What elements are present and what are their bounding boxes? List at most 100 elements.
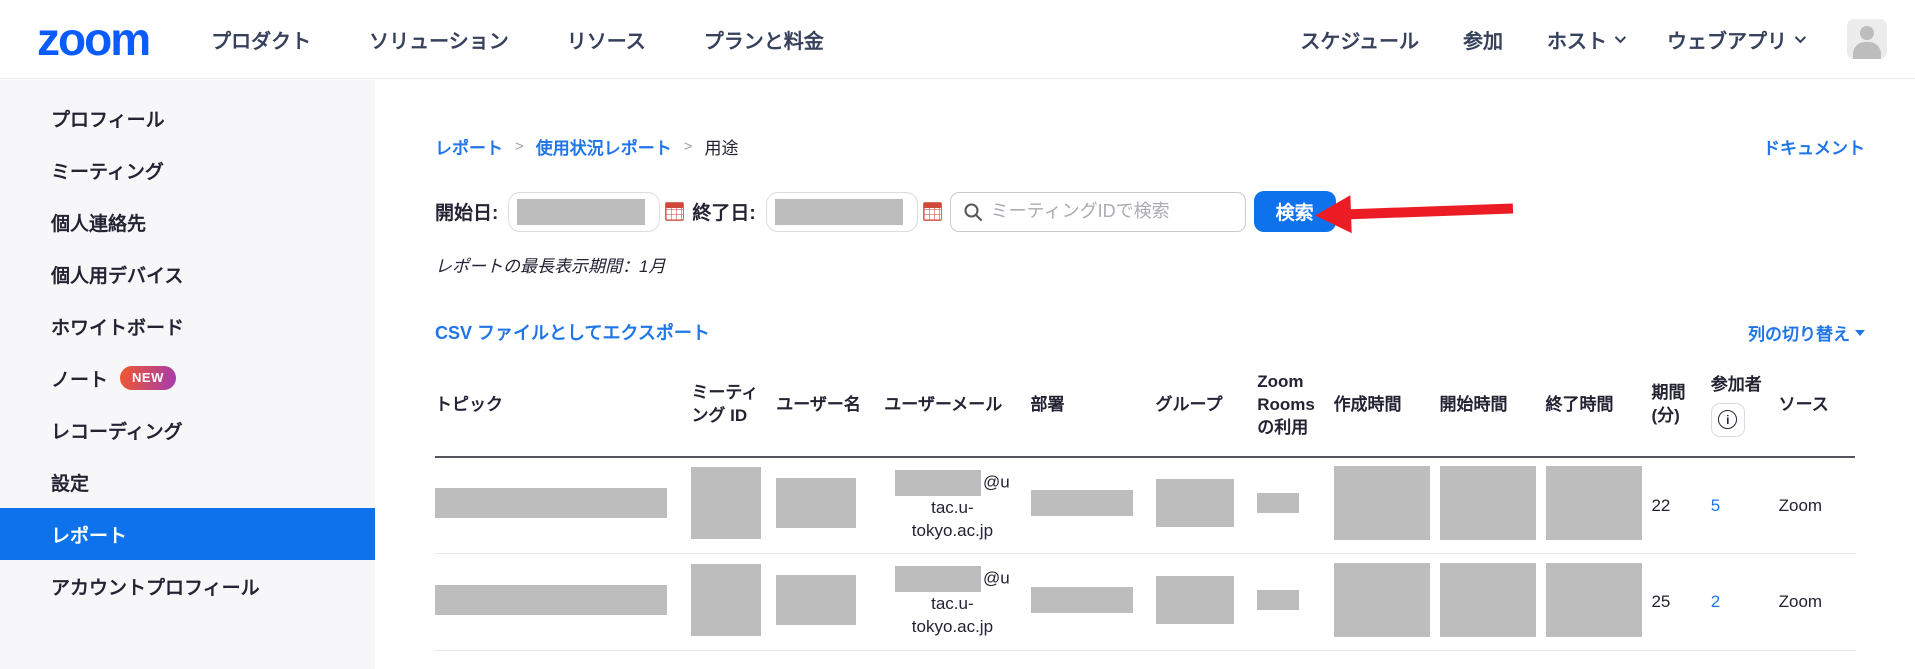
participants-count-link[interactable]: 2 xyxy=(1711,592,1720,611)
col-header-duration: 期間 (分) xyxy=(1651,355,1710,457)
sidebar-item-personal-contacts[interactable]: 個人連絡先 xyxy=(0,196,375,248)
redacted-user-name xyxy=(776,575,856,625)
calendar-icon[interactable] xyxy=(665,202,684,221)
col-header-topic: トピック xyxy=(435,355,691,457)
table-actions-row: CSV ファイルとしてエクスポート 列の切り替え xyxy=(435,319,1865,345)
search-icon xyxy=(963,202,983,222)
chevron-down-icon xyxy=(1795,32,1806,43)
sidebar-item-notes-label: ノート xyxy=(51,365,108,392)
table-header-row: トピック ミーティング ID ユーザー名 ユーザーメール 部署 グループ Zoo… xyxy=(435,355,1855,457)
breadcrumb-separator: > xyxy=(684,138,693,155)
breadcrumb-current-page: 用途 xyxy=(705,134,739,159)
col-header-start-time: 開始時間 xyxy=(1440,355,1546,457)
nav-host-label: ホスト xyxy=(1547,25,1607,54)
nav-schedule[interactable]: スケジュール xyxy=(1300,25,1419,54)
sidebar-item-account-profile[interactable]: アカウントプロフィール xyxy=(0,560,375,612)
col-header-source: ソース xyxy=(1779,355,1855,457)
account-nav: スケジュール 参加 ホスト ウェブアプリ xyxy=(1300,19,1887,59)
duration-cell: 25 xyxy=(1651,554,1710,651)
info-icon[interactable]: i xyxy=(1711,403,1745,437)
sidebar-item-settings[interactable]: 設定 xyxy=(0,456,375,508)
breadcrumb-usage-reports-link[interactable]: 使用状況レポート xyxy=(536,134,672,159)
meeting-id-search-input[interactable] xyxy=(991,201,1233,222)
end-date-input[interactable] xyxy=(766,192,918,232)
participants-count-link[interactable]: 5 xyxy=(1711,496,1720,515)
redacted-end-date xyxy=(775,199,903,225)
table-row[interactable]: @u tac.u- tokyo.ac.jp 25 2 Zoom xyxy=(435,554,1855,651)
email-part: tac.u- xyxy=(884,592,1020,615)
user-avatar-icon[interactable] xyxy=(1847,19,1887,59)
breadcrumb-reports-link[interactable]: レポート xyxy=(435,134,503,159)
sidebar-item-personal-devices[interactable]: 個人用デバイス xyxy=(0,248,375,300)
caret-down-icon xyxy=(1855,330,1865,336)
sidebar-item-notes[interactable]: ノート NEW xyxy=(0,352,375,404)
nav-web-app[interactable]: ウェブアプリ xyxy=(1667,25,1803,54)
redacted-topic xyxy=(435,585,667,615)
avatar-head-shape xyxy=(1860,26,1874,40)
redacted-meeting-id xyxy=(691,564,761,636)
calendar-icon[interactable] xyxy=(923,202,942,221)
duration-cell: 22 xyxy=(1651,457,1710,554)
redacted-department xyxy=(1031,490,1133,516)
redacted-zoom-rooms xyxy=(1257,590,1299,610)
user-email-cell: @u tac.u- tokyo.ac.jp xyxy=(884,554,1030,651)
redacted-creation-time xyxy=(1334,563,1430,637)
zoom-logo[interactable]: zoom xyxy=(37,16,149,62)
col-header-participants: 参加者 i xyxy=(1711,355,1779,457)
redacted-start-time xyxy=(1440,563,1536,637)
documentation-link[interactable]: ドキュメント xyxy=(1763,134,1865,159)
usage-report-table: トピック ミーティング ID ユーザー名 ユーザーメール 部署 グループ Zoo… xyxy=(435,355,1855,651)
col-header-meeting-id: ミーティング ID xyxy=(691,355,776,457)
email-part: tokyo.ac.jp xyxy=(884,615,1020,638)
info-icon-glyph: i xyxy=(1718,410,1737,429)
max-report-period-note: レポートの最長表示期間：1月 xyxy=(435,252,1865,277)
nav-join[interactable]: 参加 xyxy=(1463,25,1503,54)
redacted-department xyxy=(1031,587,1133,613)
email-part: @u xyxy=(983,472,1010,491)
redacted-end-time xyxy=(1546,563,1642,637)
col-header-zoom-rooms: Zoom Rooms の利用 xyxy=(1257,355,1333,457)
email-part: tac.u- xyxy=(884,496,1020,519)
redacted-email-local-part xyxy=(895,470,981,496)
nav-solutions[interactable]: ソリューション xyxy=(369,25,509,54)
new-badge: NEW xyxy=(120,366,176,390)
sidebar-item-recordings[interactable]: レコーディング xyxy=(0,404,375,456)
redacted-group xyxy=(1156,479,1234,527)
redacted-topic xyxy=(435,488,667,518)
report-filters: 開始日: 終了日: 検索 xyxy=(435,191,1865,232)
arrow-shaft-shape xyxy=(1347,204,1513,220)
redacted-creation-time xyxy=(1334,466,1430,540)
nav-host[interactable]: ホスト xyxy=(1547,25,1623,54)
col-header-user-email: ユーザーメール xyxy=(884,355,1030,457)
sidebar-item-profile[interactable]: プロフィール xyxy=(0,92,375,144)
export-csv-link[interactable]: CSV ファイルとしてエクスポート xyxy=(435,319,710,345)
nav-plans-pricing[interactable]: プランと料金 xyxy=(704,25,824,54)
col-header-end-time: 終了時間 xyxy=(1546,355,1652,457)
redacted-start-date xyxy=(517,199,645,225)
end-date-label: 終了日: xyxy=(692,198,755,225)
nav-products[interactable]: プロダクト xyxy=(211,25,311,54)
table-row[interactable]: @u tac.u- tokyo.ac.jp 22 5 Zoom xyxy=(435,457,1855,554)
col-header-creation-time: 作成時間 xyxy=(1334,355,1440,457)
sidebar-item-meetings[interactable]: ミーティング xyxy=(0,144,375,196)
nav-resources[interactable]: リソース xyxy=(567,25,646,54)
redacted-end-time xyxy=(1546,466,1642,540)
meeting-id-search-box xyxy=(950,192,1246,232)
toggle-columns-dropdown[interactable]: 列の切り替え xyxy=(1748,320,1865,345)
chevron-down-icon xyxy=(1615,32,1626,43)
main-content: レポート > 使用状況レポート > 用途 ドキュメント 開始日: 終了日: xyxy=(375,80,1915,669)
redacted-start-time xyxy=(1440,466,1536,540)
zoom-web-portal: zoom プロダクト ソリューション リソース プランと料金 スケジュール 参加… xyxy=(0,0,1915,669)
col-header-department: 部署 xyxy=(1031,355,1156,457)
avatar-body-shape xyxy=(1853,42,1881,59)
primary-nav: プロダクト ソリューション リソース プランと料金 xyxy=(211,25,824,54)
redacted-meeting-id xyxy=(691,467,761,539)
redacted-email-local-part xyxy=(895,566,981,592)
start-date-input[interactable] xyxy=(508,192,660,232)
sidebar-item-whiteboard[interactable]: ホワイトボード xyxy=(0,300,375,352)
sidebar-item-reports[interactable]: レポート xyxy=(0,508,375,560)
user-email-cell: @u tac.u- tokyo.ac.jp xyxy=(884,457,1030,554)
sidebar: プロフィール ミーティング 個人連絡先 個人用デバイス ホワイトボード ノート … xyxy=(0,80,375,669)
email-part: tokyo.ac.jp xyxy=(884,519,1020,542)
redacted-zoom-rooms xyxy=(1257,493,1299,513)
